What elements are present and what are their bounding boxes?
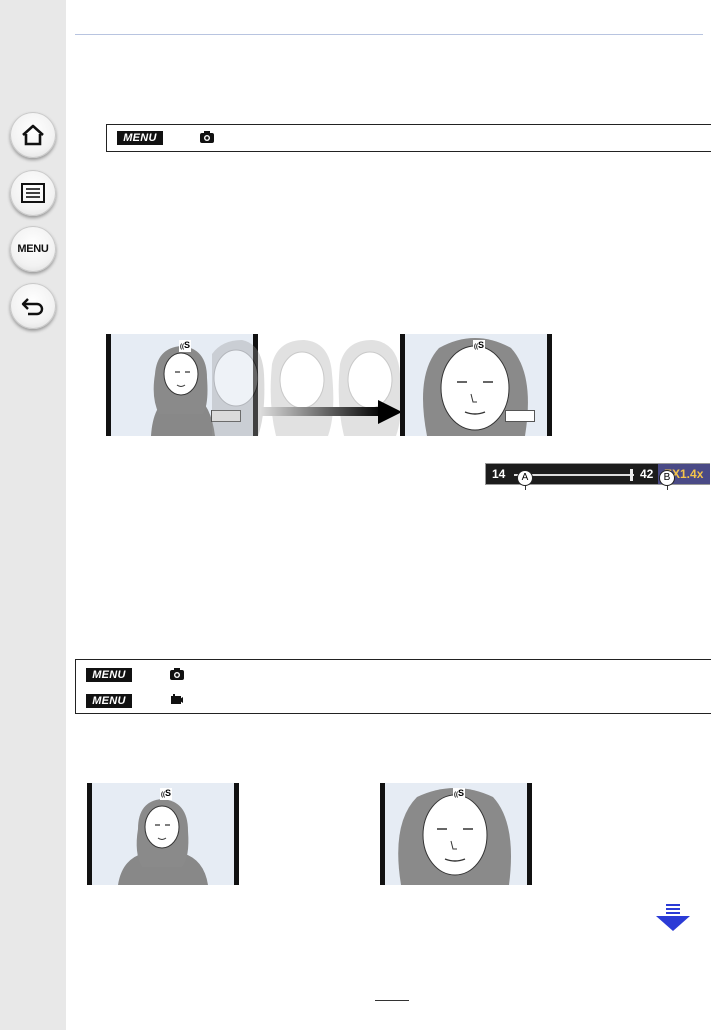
camera-icon (170, 668, 184, 680)
callout-b: B (659, 470, 675, 486)
video-camera-icon (171, 694, 183, 704)
menu-badge: MENU (86, 668, 132, 682)
zoom-limit-tick (630, 469, 633, 481)
zoom-tele-value: 42 (640, 467, 654, 481)
back-button[interactable] (10, 283, 56, 329)
menu-label: MENU (17, 243, 49, 255)
callout-a: A (517, 470, 533, 486)
continue-down-arrow-icon[interactable] (656, 904, 690, 932)
zoom-wide-value: 14 (492, 467, 506, 481)
side-navigation: MENU (0, 0, 66, 1030)
menu-path-box: MENU (106, 124, 711, 152)
zoom-transition-ghosts (212, 334, 422, 436)
back-arrow-icon (21, 298, 44, 316)
stabilizer-mark: ((S (160, 788, 173, 800)
menu-path-box-2: MENU MENU (75, 659, 711, 714)
stabilizer-mark: ((S (453, 788, 466, 800)
zoom-tele-illustration: ((S (400, 334, 552, 436)
ghost-portraits (212, 340, 402, 436)
menu-button[interactable]: MENU (10, 226, 56, 272)
list-icon (21, 183, 45, 203)
home-button[interactable] (10, 112, 56, 158)
stabilizer-mark: ((S (179, 340, 192, 352)
home-icon (22, 124, 44, 146)
zoom-indicator-box (505, 410, 535, 422)
menu-badge: MENU (86, 694, 132, 708)
camera-icon (200, 131, 214, 143)
page-number-rule (375, 1000, 409, 1001)
contents-button[interactable] (10, 170, 56, 216)
ex-on-illustration: ((S (380, 783, 532, 885)
menu-badge: MENU (117, 131, 163, 145)
ex-off-illustration: ((S (87, 783, 239, 885)
stabilizer-mark: ((S (473, 340, 486, 352)
header-rule (75, 34, 703, 35)
